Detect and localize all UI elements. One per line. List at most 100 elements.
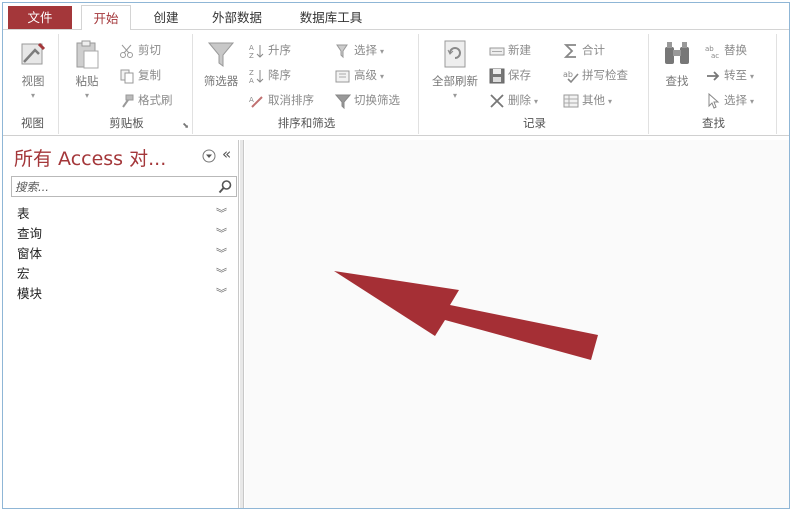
nav-group-tables[interactable]: 表 ︾ [17,204,227,224]
group-sort-filter: 筛选器 A Z 升序 Z A 降序 A 取消排序 选择 ▾ 高级 ▾ 切换筛选 排序和筛选 [195,34,419,134]
totals-label: 合计 [582,43,605,57]
replace-button[interactable]: ab ac 替换 [705,40,747,60]
tab-external-data[interactable]: 外部数据 [199,5,275,30]
save-record-button[interactable]: 保存 [489,65,531,85]
copy-button[interactable]: 复制 [119,65,161,85]
nav-group-label: 表 [17,206,30,221]
find-button[interactable]: 查找 [657,38,697,89]
save-label: 保存 [508,68,531,82]
replace-label: 替换 [724,43,747,57]
svg-text:Z: Z [249,69,254,77]
clipboard-launcher-icon[interactable]: ⬊ [182,121,189,130]
sort-descending-icon: ZA [249,68,265,84]
advanced-filter-icon [335,68,351,84]
tab-database-tools[interactable]: 数据库工具 [287,5,375,30]
filter-button-label: 筛选器 [203,74,239,88]
spelling-button[interactable]: ab 拼写检查 [563,65,628,85]
nav-group-label: 模块 [17,286,43,301]
new-record-button[interactable]: 新建 [489,40,531,60]
save-icon [489,68,505,84]
annotation-arrow-icon [334,271,598,360]
totals-button[interactable]: 合计 [563,40,605,60]
delete-icon [489,93,505,109]
find-label: 查找 [665,74,689,88]
group-label-clipboard: 剪贴板 [109,116,144,130]
sort-ascending-icon: AZ [249,43,265,59]
nav-group-label: 宏 [17,266,30,281]
goto-button[interactable]: 转至 ▾ [705,65,754,85]
format-painter-label: 格式刷 [138,93,173,107]
group-clipboard: 粘贴 ▾ 剪切 复制 格式刷 剪贴板 ⬊ [61,34,193,134]
svg-text:A: A [249,96,254,104]
svg-text:A: A [249,77,254,84]
advanced-label: 高级 [354,68,377,82]
group-label-sort-filter: 排序和筛选 [277,116,336,130]
group-label-records: 记录 [523,116,546,130]
format-painter-icon [119,93,135,109]
tab-create[interactable]: 创建 [143,5,189,30]
scissors-icon [119,43,135,59]
view-button[interactable]: 视图 ▾ [13,38,53,100]
nav-group-macros[interactable]: 宏 ︾ [17,264,227,284]
binoculars-icon [661,38,693,70]
sort-ascending-button[interactable]: A Z 升序 [249,40,291,60]
format-painter-button[interactable]: 格式刷 [119,90,173,110]
access-window: 文件 开始 创建 外部数据 数据库工具 视图 ▾ 视图 粘贴 ▾ 剪切 复制 格… [2,2,790,509]
goto-label: 转至 [724,68,747,82]
copy-icon [119,68,135,84]
svg-text:ac: ac [711,52,719,59]
spelling-check-icon: ab [563,68,579,84]
cut-label: 剪切 [138,43,161,57]
delete-record-button[interactable]: 删除 ▾ [489,90,538,110]
refresh-icon [439,38,471,70]
collapse-pane-icon[interactable]: « [222,145,231,163]
filter-button[interactable]: 筛选器 [199,38,243,89]
expand-chevron-icon: ︾ [216,287,227,300]
arrow-shape [334,271,598,360]
nav-pane-menu-icon[interactable] [202,149,216,163]
remove-sort-button[interactable]: A 取消排序 [249,90,314,110]
pane-splitter[interactable] [240,140,244,508]
refresh-all-label: 全部刷新 [432,74,478,88]
more-grid-icon [563,93,579,109]
copy-label: 复制 [138,68,161,82]
expand-chevron-icon: ︾ [216,207,227,220]
toggle-filter-button[interactable]: 切换筛选 [335,90,400,110]
nav-group-queries[interactable]: 查询 ︾ [17,224,227,244]
search-icon[interactable] [218,179,233,194]
advanced-button[interactable]: 高级 ▾ [335,65,384,85]
refresh-all-button[interactable]: 全部刷新 ▾ [425,38,485,100]
sort-descending-label: 降序 [268,68,291,82]
cut-button[interactable]: 剪切 [119,40,161,60]
group-find: 查找 ab ac 替换 转至 ▾ 选择 ▾ 查找 [651,34,777,134]
sigma-icon [563,43,579,59]
tab-file[interactable]: 文件 [8,6,72,29]
nav-group-label: 窗体 [17,246,43,261]
more-button[interactable]: 其他 ▾ [563,90,612,110]
delete-label: 删除 [508,93,531,107]
workspace-area [245,140,789,508]
toggle-filter-icon [335,93,351,109]
more-label: 其他 [582,93,605,107]
tab-home[interactable]: 开始 [81,5,131,31]
selection-label: 选择 [354,43,377,57]
navigation-pane: 所有 Access 对... « 表︾ 查询︾ 窗体︾ 宏︾ 模块︾ [6,140,239,508]
expand-chevron-icon: ︾ [216,267,227,280]
spelling-label: 拼写检查 [582,68,628,82]
sort-descending-button[interactable]: Z A 降序 [249,65,291,85]
nav-pane-title[interactable]: 所有 Access 对... [14,144,166,171]
paste-button[interactable]: 粘贴 ▾ [69,38,105,100]
search-input[interactable] [15,178,215,195]
new-record-icon [489,43,505,59]
new-label: 新建 [508,43,531,57]
group-records: 全部刷新 ▾ 新建 保存 删除 ▾ 合计 ab 拼写检查 其他 ▾ 记录 [421,34,649,134]
arrow-right-icon [705,68,721,84]
svg-text:Z: Z [249,52,254,59]
nav-group-forms[interactable]: 窗体 ︾ [17,244,227,264]
svg-text:A: A [249,44,254,52]
selection-button[interactable]: 选择 ▾ [335,40,384,60]
view-icon [17,38,49,70]
nav-group-modules[interactable]: 模块 ︾ [17,284,227,304]
select-button[interactable]: 选择 ▾ [705,90,754,110]
cursor-icon [705,92,721,109]
